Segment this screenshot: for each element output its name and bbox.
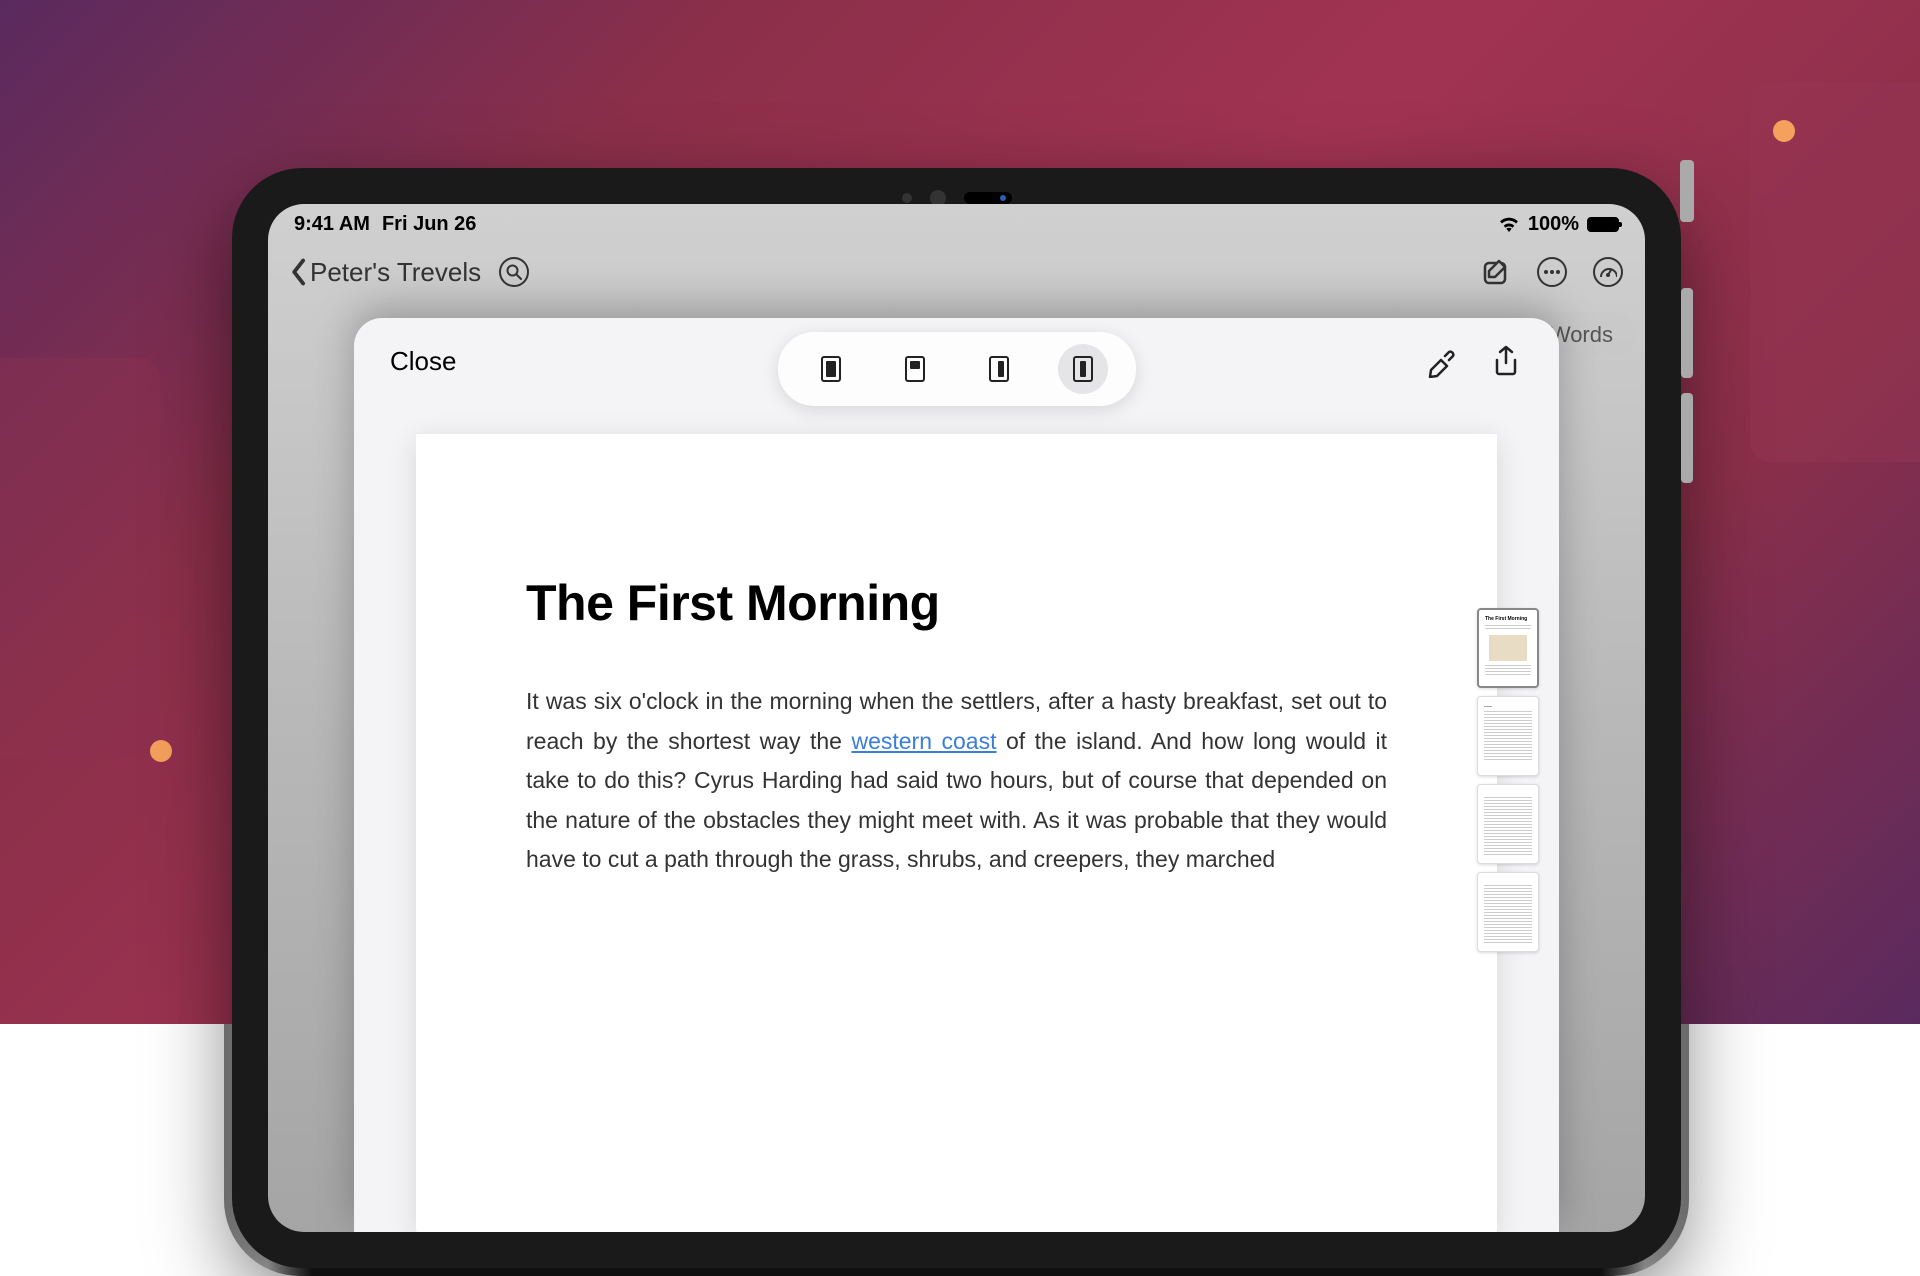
ipad-device: 9:41 AM Fri Jun 26 100% Peter's Trevels [232,168,1681,1268]
document-title: The First Morning [526,574,1387,632]
close-button[interactable]: Close [390,346,456,377]
compose-button[interactable] [1481,257,1511,287]
back-button[interactable]: Peter's Trevels [290,257,481,288]
thumbnail-page-1[interactable]: The First Morning [1477,608,1539,688]
nav-bar: Peter's Trevels [268,240,1645,304]
page-full-icon [821,356,841,382]
status-time: 9:41 AM [294,213,370,236]
words-label: Words [1550,322,1613,347]
preview-sheet: Close The First Morning It was six o'clo… [354,318,1559,1232]
ipad-power-button [1680,160,1694,222]
layout-option-center[interactable] [1058,344,1108,394]
ipad-volume-up [1681,288,1693,378]
chevron-left-icon [290,258,306,286]
thumbnail-strip: The First Morning —— [1477,608,1539,952]
battery-icon [1587,217,1619,232]
ellipsis-icon [1544,270,1560,274]
ipad-screen: 9:41 AM Fri Jun 26 100% Peter's Trevels [268,204,1645,1232]
gauge-button[interactable] [1593,257,1623,287]
style-button[interactable] [1425,344,1459,378]
layout-option-full[interactable] [806,344,856,394]
status-bar: 9:41 AM Fri Jun 26 100% [268,204,1645,240]
gauge-icon [1599,265,1617,279]
layout-option-right[interactable] [974,344,1024,394]
ipad-volume-down [1681,393,1693,483]
page-right-icon [989,356,1009,382]
layout-option-top[interactable] [890,344,940,394]
page-center-icon [1073,356,1093,382]
document-link[interactable]: western coast [851,728,996,754]
layout-picker [778,332,1136,406]
thumbnail-page-4[interactable] [1477,872,1539,952]
status-date: Fri Jun 26 [382,213,476,236]
more-button[interactable] [1537,257,1567,287]
back-label: Peter's Trevels [310,257,481,288]
thumbnail-page-2[interactable]: —— [1477,696,1539,776]
document-body: It was six o'clock in the morning when t… [526,682,1387,880]
thumbnail-page-3[interactable] [1477,784,1539,864]
document-page: The First Morning It was six o'clock in … [416,434,1497,1232]
battery-percent: 100% [1528,213,1579,236]
page-top-icon [905,356,925,382]
bg-dot [1773,120,1795,142]
search-icon [506,264,522,280]
bg-accent [0,358,160,758]
wifi-icon [1498,216,1520,232]
search-button[interactable] [499,257,529,287]
share-button[interactable] [1489,344,1523,378]
bg-dot [150,740,172,762]
